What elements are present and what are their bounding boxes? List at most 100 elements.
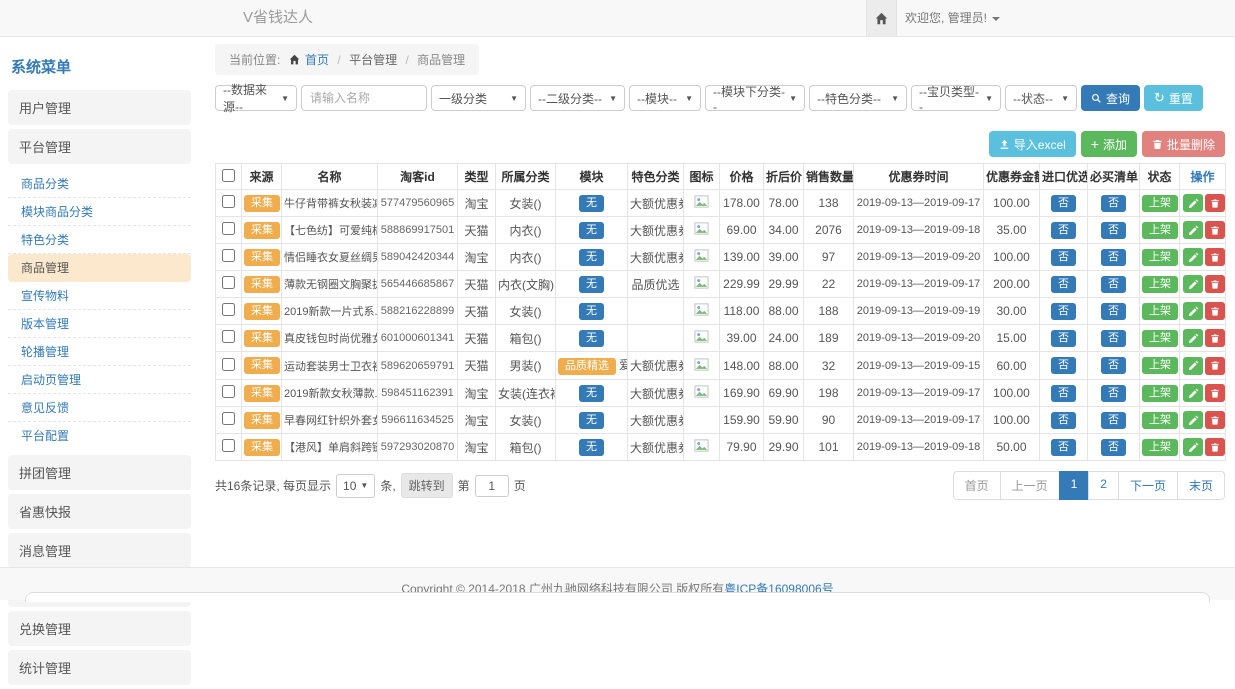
- sidebar-item-top-1[interactable]: 平台管理: [8, 129, 191, 164]
- must-buy-toggle-badge[interactable]: 否: [1101, 357, 1126, 374]
- sidebar-item-bottom-4[interactable]: 兑换管理: [8, 611, 191, 646]
- import-toggle-badge[interactable]: 否: [1051, 276, 1076, 293]
- row-checkbox[interactable]: [222, 303, 235, 316]
- pager-button-2[interactable]: 1: [1059, 471, 1090, 500]
- sidebar-item-bottom-1[interactable]: 省惠快报: [8, 494, 191, 529]
- row-checkbox[interactable]: [222, 439, 235, 452]
- must-buy-toggle-badge[interactable]: 否: [1101, 222, 1126, 239]
- import-toggle-badge[interactable]: 否: [1051, 412, 1076, 429]
- sidebar-subitem-1[interactable]: 模块商品分类: [8, 198, 191, 226]
- row-checkbox[interactable]: [222, 249, 235, 262]
- row-checkbox[interactable]: [222, 222, 235, 235]
- delete-button[interactable]: [1205, 329, 1225, 347]
- import-toggle-badge[interactable]: 否: [1051, 330, 1076, 347]
- edit-button[interactable]: [1183, 357, 1203, 375]
- filter-select-1[interactable]: --二级分类--▼: [530, 85, 625, 111]
- edit-button[interactable]: [1183, 329, 1203, 347]
- edit-button[interactable]: [1183, 275, 1203, 293]
- pager-button-4[interactable]: 下一页: [1118, 471, 1178, 500]
- import-toggle-badge[interactable]: 否: [1051, 222, 1076, 239]
- must-buy-toggle-badge[interactable]: 否: [1101, 195, 1126, 212]
- delete-button[interactable]: [1205, 357, 1225, 375]
- jump-button[interactable]: 跳转到: [401, 473, 453, 498]
- search-button[interactable]: 查询: [1081, 85, 1140, 111]
- sidebar-item-top-0[interactable]: 用户管理: [8, 90, 191, 125]
- row-checkbox[interactable]: [222, 412, 235, 425]
- name-search-input[interactable]: [301, 85, 427, 111]
- sidebar-item-bottom-0[interactable]: 拼团管理: [8, 455, 191, 490]
- must-buy-toggle-badge[interactable]: 否: [1101, 276, 1126, 293]
- select-all-checkbox[interactable]: [222, 169, 235, 182]
- home-button[interactable]: [866, 0, 897, 36]
- sidebar-subitem-6[interactable]: 轮播管理: [8, 338, 191, 366]
- edit-button[interactable]: [1183, 194, 1203, 212]
- must-buy-toggle-badge[interactable]: 否: [1101, 412, 1126, 429]
- must-buy-toggle-badge[interactable]: 否: [1101, 303, 1126, 320]
- sidebar-subitem-8[interactable]: 意见反馈: [8, 394, 191, 422]
- import-toggle-badge[interactable]: 否: [1051, 195, 1076, 212]
- row-checkbox[interactable]: [222, 330, 235, 343]
- status-badge[interactable]: 上架: [1142, 249, 1178, 266]
- filter-select-3[interactable]: --模块下分类--▼: [705, 85, 805, 111]
- delete-button[interactable]: [1205, 384, 1225, 402]
- sidebar-item-bottom-2[interactable]: 消息管理: [8, 533, 191, 568]
- edit-button[interactable]: [1183, 411, 1203, 429]
- delete-button[interactable]: [1205, 275, 1225, 293]
- must-buy-toggle-badge[interactable]: 否: [1101, 385, 1126, 402]
- add-button[interactable]: + 添加: [1081, 131, 1137, 157]
- delete-button[interactable]: [1205, 248, 1225, 266]
- must-buy-toggle-badge[interactable]: 否: [1101, 249, 1126, 266]
- page-number-input[interactable]: [475, 475, 509, 497]
- edit-button[interactable]: [1183, 248, 1203, 266]
- status-badge[interactable]: 上架: [1142, 439, 1178, 456]
- page-size-select[interactable]: 10▼: [336, 474, 375, 498]
- import-toggle-badge[interactable]: 否: [1051, 385, 1076, 402]
- filter-select-2[interactable]: --模块--▼: [629, 85, 701, 111]
- sidebar-item-bottom-5[interactable]: 统计管理: [8, 650, 191, 685]
- data-source-select[interactable]: --数据来源--▼: [215, 85, 297, 111]
- edit-button[interactable]: [1183, 438, 1203, 456]
- status-badge[interactable]: 上架: [1142, 330, 1178, 347]
- sidebar-subitem-0[interactable]: 商品分类: [8, 170, 191, 198]
- status-badge[interactable]: 上架: [1142, 357, 1178, 374]
- filter-select-6[interactable]: --状态--▼: [1005, 85, 1077, 111]
- import-excel-button[interactable]: 导入excel: [989, 131, 1076, 157]
- row-checkbox[interactable]: [222, 358, 235, 371]
- user-menu[interactable]: 欢迎您, 管理员!: [905, 0, 1000, 36]
- status-badge[interactable]: 上架: [1142, 222, 1178, 239]
- row-checkbox[interactable]: [222, 385, 235, 398]
- filter-select-0[interactable]: 一级分类▼: [431, 85, 526, 111]
- row-checkbox[interactable]: [222, 276, 235, 289]
- status-badge[interactable]: 上架: [1142, 303, 1178, 320]
- pager-button-0[interactable]: 首页: [953, 471, 1001, 500]
- delete-button[interactable]: [1205, 302, 1225, 320]
- status-badge[interactable]: 上架: [1142, 276, 1178, 293]
- delete-button[interactable]: [1205, 221, 1225, 239]
- must-buy-toggle-badge[interactable]: 否: [1101, 330, 1126, 347]
- pager-button-5[interactable]: 末页: [1177, 471, 1225, 500]
- reset-button[interactable]: ↻ 重置: [1144, 85, 1203, 111]
- import-toggle-badge[interactable]: 否: [1051, 439, 1076, 456]
- sidebar-subitem-2[interactable]: 特色分类: [8, 226, 191, 254]
- edit-button[interactable]: [1183, 221, 1203, 239]
- sidebar-subitem-3[interactable]: 商品管理: [8, 254, 191, 282]
- edit-button[interactable]: [1183, 384, 1203, 402]
- batch-delete-button[interactable]: 批量删除: [1142, 131, 1225, 157]
- sidebar-subitem-7[interactable]: 启动页管理: [8, 366, 191, 394]
- pager-button-3[interactable]: 2: [1088, 471, 1119, 500]
- import-toggle-badge[interactable]: 否: [1051, 303, 1076, 320]
- pager-button-1[interactable]: 上一页: [1000, 471, 1060, 500]
- filter-select-5[interactable]: --宝贝类型--▼: [911, 85, 1001, 111]
- delete-button[interactable]: [1205, 194, 1225, 212]
- filter-select-4[interactable]: --特色分类--▼: [809, 85, 907, 111]
- delete-button[interactable]: [1205, 411, 1225, 429]
- status-badge[interactable]: 上架: [1142, 195, 1178, 212]
- status-badge[interactable]: 上架: [1142, 412, 1178, 429]
- row-checkbox[interactable]: [222, 195, 235, 208]
- must-buy-toggle-badge[interactable]: 否: [1101, 439, 1126, 456]
- delete-button[interactable]: [1205, 438, 1225, 456]
- sidebar-subitem-9[interactable]: 平台配置: [8, 422, 191, 449]
- status-badge[interactable]: 上架: [1142, 385, 1178, 402]
- edit-button[interactable]: [1183, 302, 1203, 320]
- import-toggle-badge[interactable]: 否: [1051, 249, 1076, 266]
